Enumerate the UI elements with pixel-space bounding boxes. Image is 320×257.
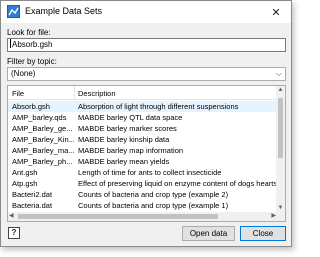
file-name: AMP_Barley_ph...: [12, 157, 73, 166]
horizontal-scrollbar[interactable]: ◀ ▶: [8, 212, 277, 221]
app-icon: [7, 5, 20, 18]
file-name: Ant.gsh: [12, 168, 38, 177]
file-description: MABDE barley map information: [78, 146, 184, 155]
text-caret: [10, 39, 11, 48]
list-item[interactable]: AMP_Barley_ma... MABDE barley map inform…: [8, 145, 277, 156]
file-name: Bacteri2.dat: [12, 190, 53, 199]
open-data-button[interactable]: Open data: [182, 226, 235, 241]
list-item[interactable]: Ant.gsh Length of time for ants to colle…: [8, 167, 277, 178]
vertical-scroll-thumb[interactable]: [278, 98, 283, 158]
close-window-icon[interactable]: ✕: [261, 1, 291, 23]
list-item[interactable]: Absorb.gsh Absorption of light through d…: [8, 101, 277, 112]
list-item[interactable]: Bacteria.dat Counts of bacteria and crop…: [8, 200, 277, 211]
file-name: AMP_Barley_ma...: [12, 146, 74, 155]
close-button[interactable]: Close: [240, 226, 286, 241]
file-description: Counts of bacteria and crop type (exampl…: [78, 201, 229, 210]
scroll-left-icon[interactable]: ◀: [9, 212, 14, 221]
list-rows: Absorb.gsh Absorption of light through d…: [8, 101, 277, 211]
window-title: Example Data Sets: [25, 6, 103, 16]
look-for-file-label: Look for file:: [7, 28, 51, 37]
look-for-file-value: Absorb.gsh: [12, 40, 53, 49]
file-name: AMP_barley.qds: [12, 113, 67, 122]
scroll-up-icon[interactable]: ▲: [276, 87, 285, 93]
scroll-down-icon[interactable]: ▼: [276, 205, 285, 211]
list-header: File Description: [8, 86, 277, 100]
list-item[interactable]: AMP_Barley_Kin... MABDE barley kinship d…: [8, 134, 277, 145]
look-for-file-input[interactable]: Absorb.gsh: [7, 38, 286, 52]
help-button[interactable]: ?: [8, 227, 20, 239]
column-header-description[interactable]: Description: [78, 89, 116, 98]
data-sets-list[interactable]: File Description Absorb.gsh Absorption o…: [7, 85, 286, 222]
file-description: MABDE barley marker scores: [78, 124, 177, 133]
list-item[interactable]: AMP_barley.qds MABDE barley QTL data spa…: [8, 112, 277, 123]
list-item[interactable]: AMP_Barley_ph... MABDE barley mean yield…: [8, 156, 277, 167]
vertical-scrollbar[interactable]: ▲ ▼: [276, 86, 285, 212]
filter-by-topic-select[interactable]: (None) ⌵: [7, 67, 286, 81]
column-header-file[interactable]: File: [12, 89, 24, 98]
file-description: MABDE barley mean yields: [78, 157, 170, 166]
filter-selected-value: (None): [11, 69, 36, 78]
list-item[interactable]: Atp.gsh Effect of preserving liquid on e…: [8, 178, 277, 189]
filter-by-topic-label: Filter by topic:: [7, 57, 57, 66]
title-bar[interactable]: Example Data Sets ✕: [1, 1, 291, 23]
example-data-sets-dialog: Example Data Sets ✕ Look for file: Absor…: [0, 0, 292, 247]
file-description: Effect of preserving liquid on enzyme co…: [78, 179, 277, 188]
file-description: MABDE barley kinship data: [78, 135, 170, 144]
scrollbar-corner: [276, 212, 285, 221]
horizontal-scroll-thumb[interactable]: [18, 214, 218, 219]
file-description: MABDE barley QTL data space: [78, 113, 183, 122]
chevron-down-icon: ⌵: [275, 69, 282, 78]
file-name: AMP_Barley_Kin...: [12, 135, 74, 144]
file-name: Absorb.gsh: [12, 102, 50, 111]
column-divider[interactable]: [74, 86, 75, 100]
file-description: Counts of bacteria and crop type (exampl…: [78, 190, 229, 199]
file-description: Length of time for ants to collect insec…: [78, 168, 222, 177]
file-name: Atp.gsh: [12, 179, 38, 188]
file-description: Absorption of light through different su…: [78, 102, 239, 111]
list-item[interactable]: AMP_Barley_ge... MABDE barley marker sco…: [8, 123, 277, 134]
file-name: AMP_Barley_ge...: [12, 124, 73, 133]
list-item[interactable]: Bacteri2.dat Counts of bacteria and crop…: [8, 189, 277, 200]
file-name: Bacteria.dat: [12, 201, 53, 210]
